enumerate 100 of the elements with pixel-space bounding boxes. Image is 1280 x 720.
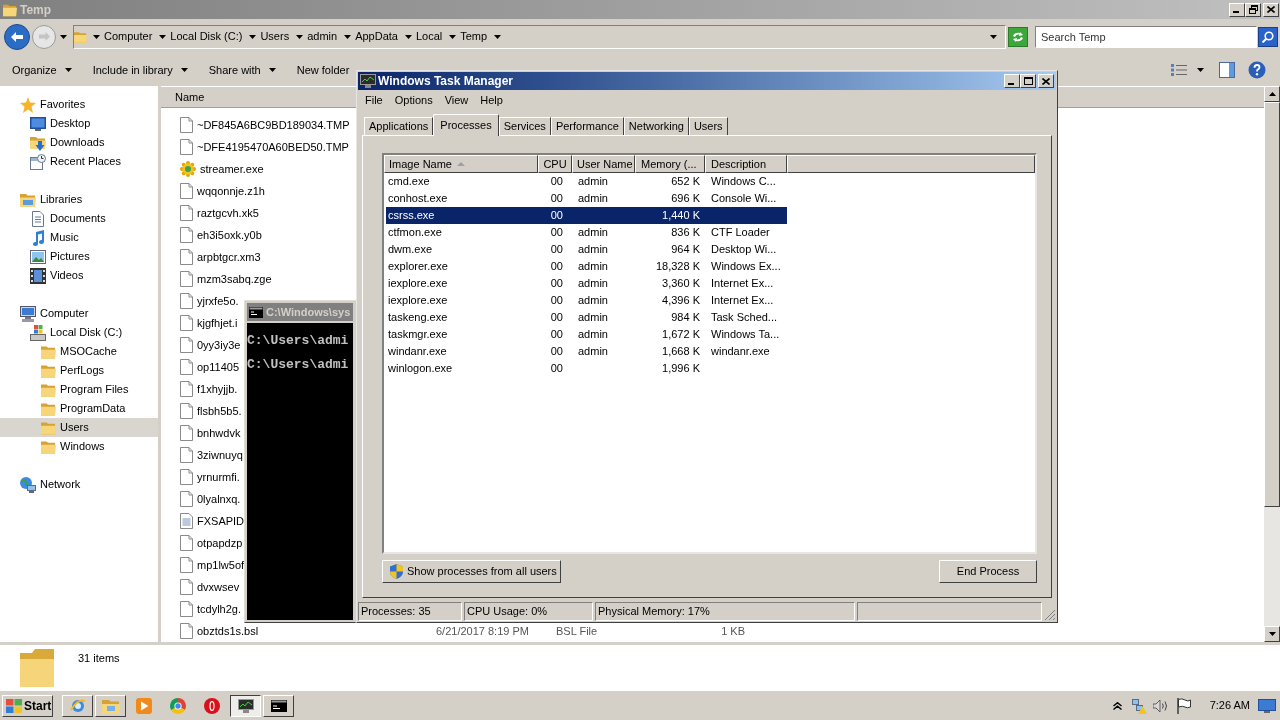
breadcrumb-item[interactable]: Computer (103, 28, 154, 45)
file-name[interactable]: dvxwsev (197, 578, 240, 596)
file-name[interactable]: 3ziwnuyq (197, 446, 243, 464)
column-header[interactable]: Description (705, 155, 787, 173)
nav-item[interactable]: Users (0, 418, 158, 437)
tab[interactable]: Applications (364, 117, 434, 135)
scrollbar[interactable] (1264, 86, 1280, 642)
nav-item[interactable]: Downloads (0, 133, 158, 152)
tab[interactable]: Networking (623, 117, 689, 135)
file-name[interactable]: mzm3sabq.zge (197, 270, 272, 288)
minimize-button[interactable] (1004, 74, 1020, 88)
file-name[interactable]: raztgcvh.xk5 (197, 204, 259, 222)
close-button[interactable] (1038, 74, 1054, 88)
file-name[interactable]: op11405 (197, 358, 239, 376)
network-warning-icon[interactable] (1130, 697, 1147, 714)
close-button[interactable] (1263, 2, 1279, 17)
nav-item[interactable]: Pictures (0, 247, 158, 266)
file-name[interactable]: wqqonnje.z1h (197, 182, 265, 200)
tab[interactable]: Performance (550, 117, 624, 135)
process-row[interactable]: dwm.exe 00 admin 964 K Desktop Wi... (386, 241, 787, 258)
column-header[interactable]: User Name (572, 155, 635, 173)
tab[interactable]: Users (688, 117, 728, 135)
tab[interactable]: Processes (433, 114, 499, 136)
file-name[interactable]: flsbh5b5. (197, 402, 242, 420)
breadcrumb-item[interactable]: Users (259, 28, 291, 45)
nav-item[interactable]: Local Disk (C:) (0, 323, 158, 342)
breadcrumb-item[interactable]: AppData (354, 28, 399, 45)
menu-item[interactable]: File (359, 91, 389, 110)
search-button[interactable] (1258, 26, 1278, 47)
nav-item[interactable]: Documents (0, 209, 158, 228)
nav-item[interactable]: Desktop (0, 114, 158, 133)
file-name[interactable]: otpapdzp (197, 534, 243, 552)
column-header[interactable]: Memory (... (635, 155, 705, 173)
file-name[interactable]: yjrxfe5o. (197, 292, 239, 310)
file-name[interactable]: arpbtgcr.xm3 (197, 248, 261, 266)
nav-item[interactable]: Program Files (0, 380, 158, 399)
nav-item[interactable]: ProgramData (0, 399, 158, 418)
process-row[interactable]: taskmgr.exe 00 admin 1,672 K Windows Ta... (386, 326, 787, 343)
breadcrumb-item[interactable]: Temp (459, 28, 489, 45)
breadcrumb-item[interactable]: Local Disk (C:) (169, 28, 244, 45)
process-row[interactable]: cmd.exe 00 admin 652 K Windows C... (386, 173, 787, 190)
chevron-up-icon[interactable] (1112, 701, 1122, 710)
process-row[interactable]: iexplore.exe 00 admin 4,396 K Internet Ex... (386, 292, 787, 309)
process-row[interactable]: taskeng.exe 00 admin 984 K Task Sched... (386, 309, 787, 326)
file-name[interactable]: kjgfhjet.i (197, 314, 238, 332)
breadcrumb-item[interactable]: Local (414, 28, 444, 45)
toolbar-button[interactable]: Organize (4, 58, 80, 82)
view-list-icon[interactable] (1171, 64, 1187, 76)
help-icon[interactable] (1248, 61, 1266, 79)
taskbar-button[interactable] (230, 694, 261, 717)
menu-item[interactable]: Help (474, 91, 509, 110)
file-name[interactable]: f1xhyjjb. (197, 380, 238, 398)
search-field[interactable]: Search Temp (1035, 25, 1257, 48)
process-row[interactable]: csrss.exe 00 1,440 K (386, 207, 787, 224)
clock[interactable]: 7:26 AM (1209, 697, 1250, 714)
show-desktop-icon[interactable] (1258, 698, 1276, 713)
process-row[interactable]: windanr.exe 00 admin 1,668 K windanr.exe (386, 343, 787, 360)
file-name[interactable]: FXSAPID (197, 512, 245, 530)
file-name[interactable]: mp1lw5of (197, 556, 245, 574)
show-all-processes-button[interactable]: Show processes from all users (382, 560, 561, 583)
end-process-button[interactable]: End Process (939, 560, 1037, 583)
file-name[interactable]: eh3i5oxk.y0b (197, 226, 262, 244)
nav-item[interactable]: Videos (0, 266, 158, 285)
nav-item[interactable]: Music (0, 228, 158, 247)
scroll-down-button[interactable] (1264, 626, 1280, 642)
toolbar-button[interactable]: New folder (288, 58, 358, 82)
file-name[interactable]: ~DFE4195470A60BED50.TMP (197, 138, 349, 156)
process-row[interactable]: winlogon.exe 00 1,996 K (386, 360, 787, 377)
process-row[interactable]: ctfmon.exe 00 admin 836 K CTF Loader (386, 224, 787, 241)
nav-item[interactable]: Recent Places (0, 152, 158, 171)
file-name[interactable]: ~DF845A6BC9BD189034.TMP (197, 116, 350, 134)
file-name[interactable]: 0yy3iy3e (197, 336, 241, 354)
file-name[interactable]: streamer.exe (200, 160, 264, 178)
column-header[interactable]: Image Name (384, 155, 538, 173)
start-button[interactable]: Start (2, 694, 53, 717)
speaker-icon[interactable] (1152, 698, 1169, 713)
menu-item[interactable]: View (438, 91, 475, 110)
nav-item[interactable]: Libraries (0, 190, 158, 209)
maximize-button[interactable] (1020, 74, 1036, 88)
nav-item[interactable]: Computer (0, 304, 158, 323)
file-name[interactable]: bnhwdvk (197, 424, 241, 442)
process-row[interactable]: explorer.exe 00 admin 18,328 K Windows Ex... (386, 258, 787, 275)
toolbar-button[interactable]: Share with (200, 58, 284, 82)
tab[interactable]: Services (498, 117, 551, 135)
nav-item[interactable]: Network (0, 475, 158, 494)
process-row[interactable]: iexplore.exe 00 admin 3,360 K Internet Ex... (386, 275, 787, 292)
file-name[interactable]: obztds1s.bsl (197, 622, 259, 640)
nav-item[interactable]: PerfLogs (0, 361, 158, 380)
file-name[interactable]: tcdylh2g. (197, 600, 242, 618)
nav-item[interactable]: MSOCache (0, 342, 158, 361)
file-name[interactable]: 0lyalnxq. (197, 490, 241, 508)
column-header[interactable]: CPU (538, 155, 572, 173)
scrollbar-thumb[interactable] (1264, 102, 1280, 507)
file-name[interactable]: yrnurmfi. (197, 468, 240, 486)
back-button[interactable] (4, 23, 30, 50)
toolbar-button[interactable]: Include in library (84, 58, 196, 82)
nav-item[interactable]: Windows (0, 437, 158, 456)
address-bar[interactable]: Computer Local Disk (C:) Users admin AppData Local Temp (73, 24, 1006, 49)
nav-item[interactable]: Favorites (0, 95, 158, 114)
refresh-button[interactable] (1008, 26, 1028, 47)
